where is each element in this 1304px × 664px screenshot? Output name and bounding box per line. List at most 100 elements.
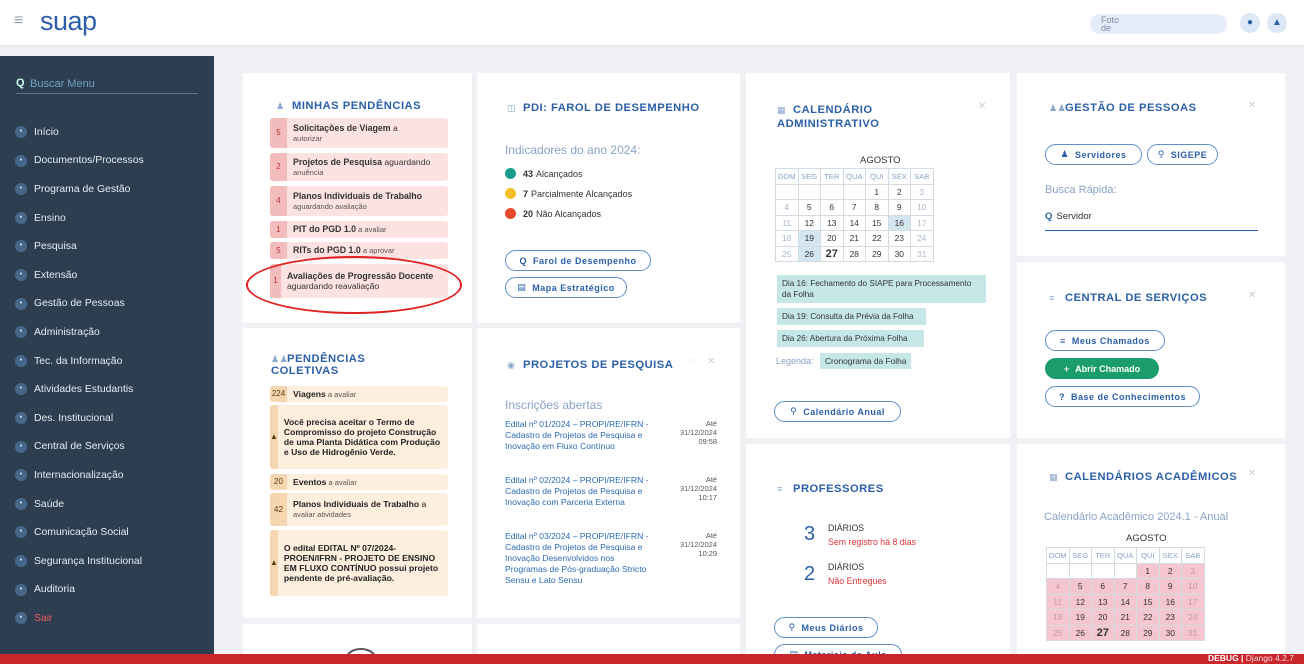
sidebar-item-12[interactable]: • Internacionalização — [0, 461, 214, 490]
calendar-day[interactable]: 1 — [865, 183, 889, 200]
calendar-day[interactable]: 29 — [1136, 624, 1160, 641]
calendar-day[interactable]: 8 — [865, 199, 889, 216]
sidebar-item-13[interactable]: • Saúde — [0, 490, 214, 519]
calendar-day[interactable]: 19 — [797, 230, 821, 247]
calendar-day[interactable]: 24 — [910, 230, 934, 247]
calendar-day[interactable]: 15 — [865, 214, 889, 231]
calendar-day[interactable]: 18 — [775, 230, 799, 247]
sidebar-item-0[interactable]: • Início — [0, 118, 214, 147]
diarios-status-2[interactable]: Não Entregues — [828, 576, 887, 586]
pendencia-item[interactable]: 2 Projetos de Pesquisa aguardando anuência — [270, 153, 448, 181]
user-icon[interactable]: ● — [1240, 13, 1260, 33]
calendar-day[interactable]: 14 — [842, 214, 866, 231]
edital-link[interactable]: Edital nº 01/2024 – PROPI/RE/IFRN - Cada… — [505, 419, 653, 452]
calendar-day[interactable]: 12 — [1068, 593, 1092, 610]
calendar-day[interactable]: 1 — [1136, 562, 1160, 579]
calendar-day[interactable]: 25 — [1046, 624, 1070, 641]
calendar-day[interactable]: 13 — [1091, 593, 1115, 610]
calendar-day[interactable]: 29 — [865, 245, 889, 262]
calendar-day[interactable]: 21 — [842, 230, 866, 247]
calendar-day[interactable]: 10 — [910, 199, 934, 216]
calendar-day[interactable]: 2 — [1158, 562, 1182, 579]
sidebar-item-11[interactable]: • Central de Serviços — [0, 433, 214, 462]
pendencia-item[interactable]: 4 Planos Individuais de Trabalho aguardand… — [270, 186, 448, 216]
calendar-day[interactable]: 17 — [910, 214, 934, 231]
calendar-day[interactable]: 14 — [1113, 593, 1137, 610]
pendencia-item[interactable]: 5 Solicitações de Viagem a autorizar — [270, 118, 448, 148]
sidebar-item-3[interactable]: • Ensino — [0, 204, 214, 233]
calendar-day[interactable]: 9 — [887, 199, 911, 216]
edital-link[interactable]: Edital nº 02/2024 – PROPI/RE/IFRN - Cada… — [505, 475, 653, 508]
user-photo-pill[interactable]: Foto de — [1090, 14, 1227, 34]
calendar-day[interactable]: 23 — [887, 230, 911, 247]
sidebar-item-6[interactable]: • Gestão de Pessoas — [0, 290, 214, 319]
calendar-day[interactable]: 21 — [1113, 609, 1137, 626]
abrir-chamado-button[interactable]: + Abrir Chamado — [1045, 358, 1159, 379]
sidebar-item-10[interactable]: • Des. Institucional — [0, 404, 214, 433]
calendar-day[interactable]: 6 — [820, 199, 844, 216]
calendar-day[interactable]: 28 — [1113, 624, 1137, 641]
calendar-day[interactable]: 25 — [775, 245, 799, 262]
calendar-day[interactable]: 23 — [1158, 609, 1182, 626]
sidebar-item-17[interactable]: • Sair — [0, 604, 214, 633]
calendar-day[interactable]: 4 — [775, 199, 799, 216]
suap-logo[interactable]: suap — [40, 6, 97, 37]
notification-bell-icon[interactable]: ▲ — [1267, 13, 1287, 33]
sigepe-button[interactable]: ⚲ SIGEPE — [1147, 144, 1218, 165]
coletiva-item[interactable]: 42 Planos Individuais de Trabalho a avalia… — [270, 493, 448, 526]
sidebar-item-4[interactable]: • Pesquisa — [0, 232, 214, 261]
pdi-legend-item[interactable]: 20 Não Alcançados — [505, 208, 601, 219]
sidebar-item-14[interactable]: • Comunicação Social — [0, 518, 214, 547]
diarios-status-1[interactable]: Sem registro há 8 dias — [828, 537, 916, 547]
coletiva-item[interactable]: ▲ O edital EDITAL Nº 07/2024-PROEN/IFRN -… — [270, 530, 448, 596]
close-icon[interactable]: ✕ — [978, 101, 986, 112]
calendar-day[interactable]: 11 — [775, 214, 799, 231]
calendar-day[interactable]: 16 — [1158, 593, 1182, 610]
close-icon[interactable]: ✕ — [707, 356, 715, 367]
calendar-day[interactable]: 15 — [1136, 593, 1160, 610]
close-icon[interactable]: ✕ — [1248, 468, 1256, 479]
calendar-day[interactable]: 28 — [842, 245, 866, 262]
calendar-day[interactable]: 4 — [1046, 578, 1070, 595]
coletiva-item[interactable]: 20 Eventos a avaliar — [270, 474, 448, 490]
calendar-day[interactable]: 31 — [910, 245, 934, 262]
close-icon[interactable]: ✕ — [1248, 100, 1256, 111]
calendar-event-2[interactable]: Dia 19: Consulta da Prévia da Folha — [777, 308, 926, 325]
edital-link[interactable]: Edital nº 03/2024 – PROPI/RE/IFRN - Cada… — [505, 531, 653, 586]
calendar-day[interactable]: 8 — [1136, 578, 1160, 595]
calendar-day[interactable]: 7 — [1113, 578, 1137, 595]
servidor-search-input[interactable]: Q Servidor — [1045, 211, 1258, 231]
calendar-day[interactable]: 12 — [797, 214, 821, 231]
sidebar-item-16[interactable]: • Auditoria — [0, 576, 214, 605]
mapa-estrategico-button[interactable]: ▤ Mapa Estratégico — [505, 277, 627, 298]
calendar-day[interactable]: 9 — [1158, 578, 1182, 595]
meus-diarios-button[interactable]: ⚲ Meus Diários — [774, 617, 878, 638]
calendar-event-3[interactable]: Dia 26: Abertura da Próxima Folha — [777, 330, 924, 347]
calendar-day[interactable]: 2 — [887, 183, 911, 200]
calendar-day[interactable]: 10 — [1181, 578, 1205, 595]
calendar-day[interactable]: 30 — [887, 245, 911, 262]
sidebar-item-7[interactable]: • Administração — [0, 318, 214, 347]
calendar-day[interactable]: 3 — [910, 183, 934, 200]
calendar-day[interactable]: 7 — [842, 199, 866, 216]
eye-icon[interactable]: ◌ — [688, 356, 694, 367]
calendar-day[interactable]: 5 — [1068, 578, 1092, 595]
calendar-day[interactable]: 18 — [1046, 609, 1070, 626]
close-icon[interactable]: ✕ — [1248, 290, 1256, 301]
calendar-day[interactable]: 31 — [1181, 624, 1205, 641]
sidebar-item-9[interactable]: • Atividades Estudantis — [0, 375, 214, 404]
pdi-legend-item[interactable]: 43 Alcançados — [505, 168, 583, 179]
calendar-day[interactable]: 17 — [1181, 593, 1205, 610]
sidebar-item-2[interactable]: • Programa de Gestão — [0, 175, 214, 204]
sidebar-item-5[interactable]: • Extensão — [0, 261, 214, 290]
calendar-event-1[interactable]: Dia 16: Fechamento do SIAPE para Process… — [777, 275, 986, 303]
farol-desempenho-button[interactable]: Q Farol de Desempenho — [505, 250, 651, 271]
coletiva-item[interactable]: 224 Viagens a avaliar — [270, 386, 448, 402]
calendar-day[interactable]: 27 — [820, 245, 844, 262]
calendar-day[interactable]: 3 — [1181, 562, 1205, 579]
calendar-day[interactable]: 27 — [1091, 624, 1115, 641]
pdi-legend-item[interactable]: 7 Parcialmente Alcançados — [505, 188, 632, 199]
calendar-day[interactable]: 13 — [820, 214, 844, 231]
base-conhecimentos-button[interactable]: ? Base de Conhecimentos — [1045, 386, 1200, 407]
calendar-day[interactable]: 19 — [1068, 609, 1092, 626]
